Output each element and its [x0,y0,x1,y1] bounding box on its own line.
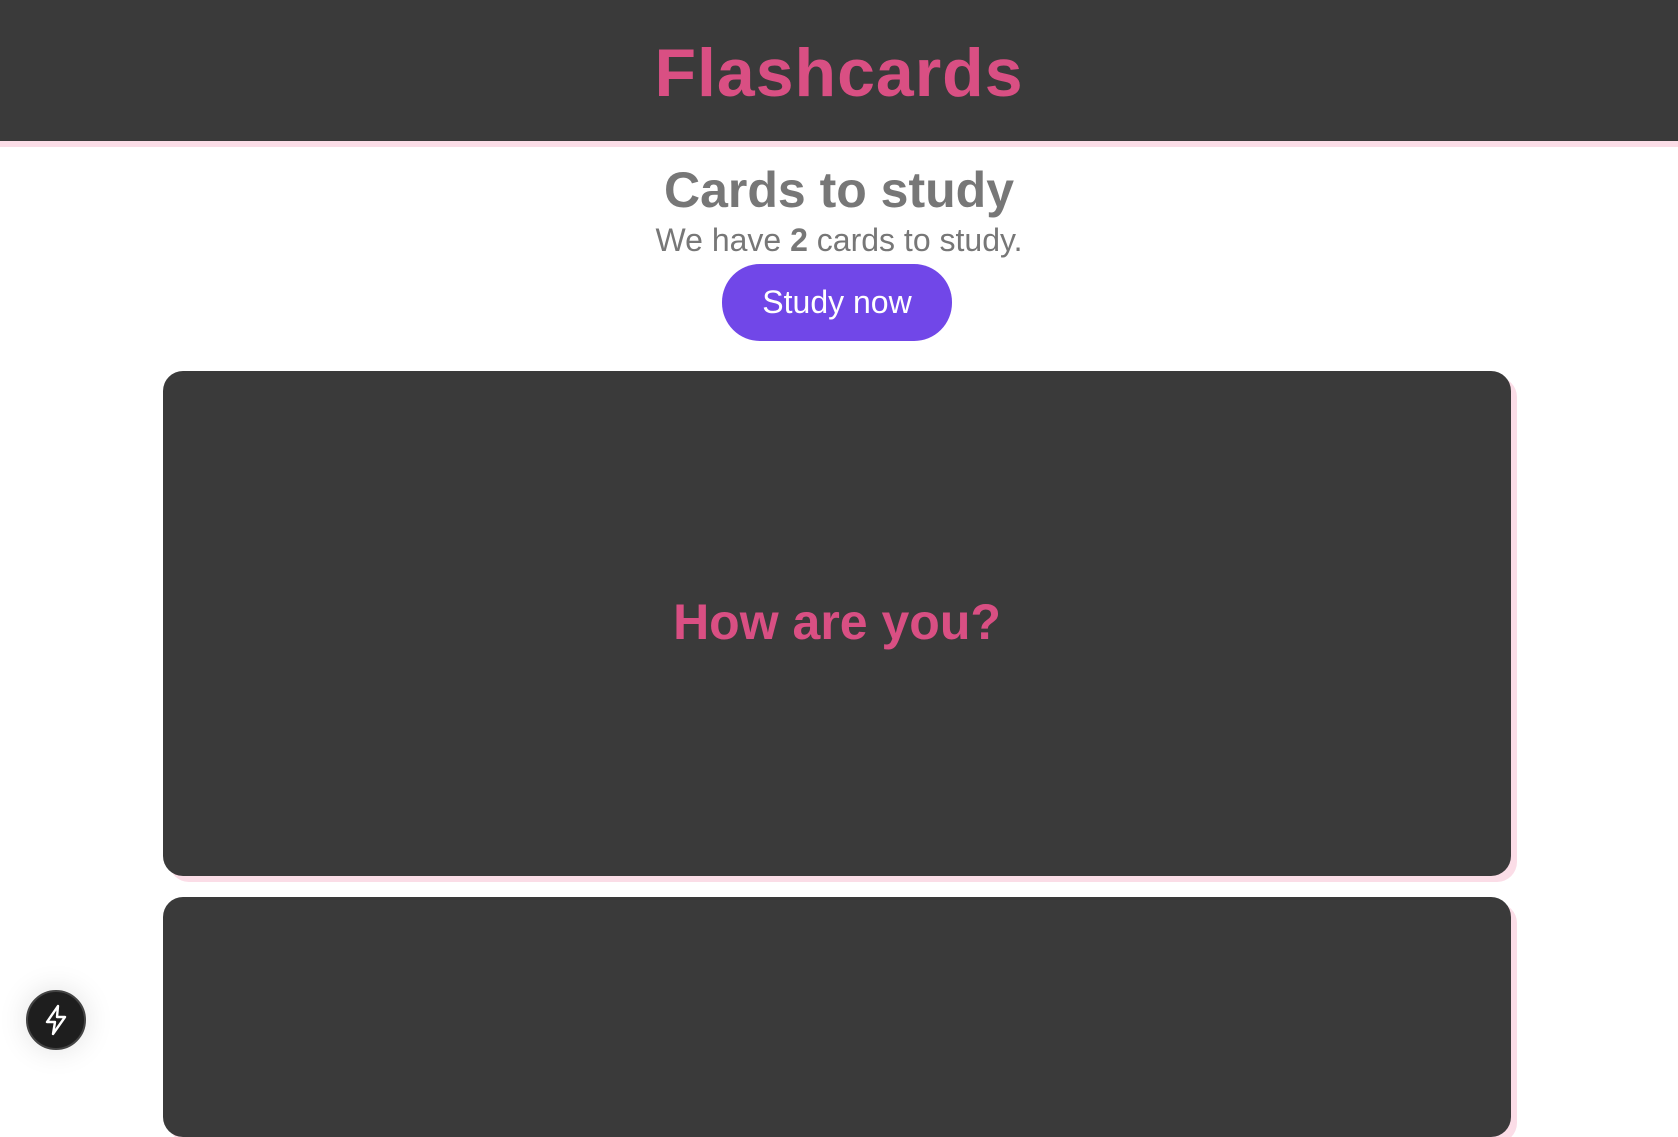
flash-card[interactable] [163,897,1511,1137]
study-now-button[interactable]: Study now [722,264,952,341]
lightning-bolt-icon [45,1004,67,1036]
summary-suffix: cards to study. [807,222,1023,258]
study-summary: We have 2 cards to study. [0,220,1678,260]
study-heading: Cards to study [663,162,1015,218]
flash-card[interactable]: How are you? [163,371,1511,876]
app-title: Flashcards [654,34,1024,111]
card-question: How are you? [673,593,1001,650]
study-section: Cards to study We have 2 cards to study. [0,160,1678,260]
card-count: 2 [790,222,808,258]
summary-prefix: We have [655,222,791,258]
app-header: Flashcards [0,0,1678,147]
devtools-button[interactable] [26,990,86,1050]
